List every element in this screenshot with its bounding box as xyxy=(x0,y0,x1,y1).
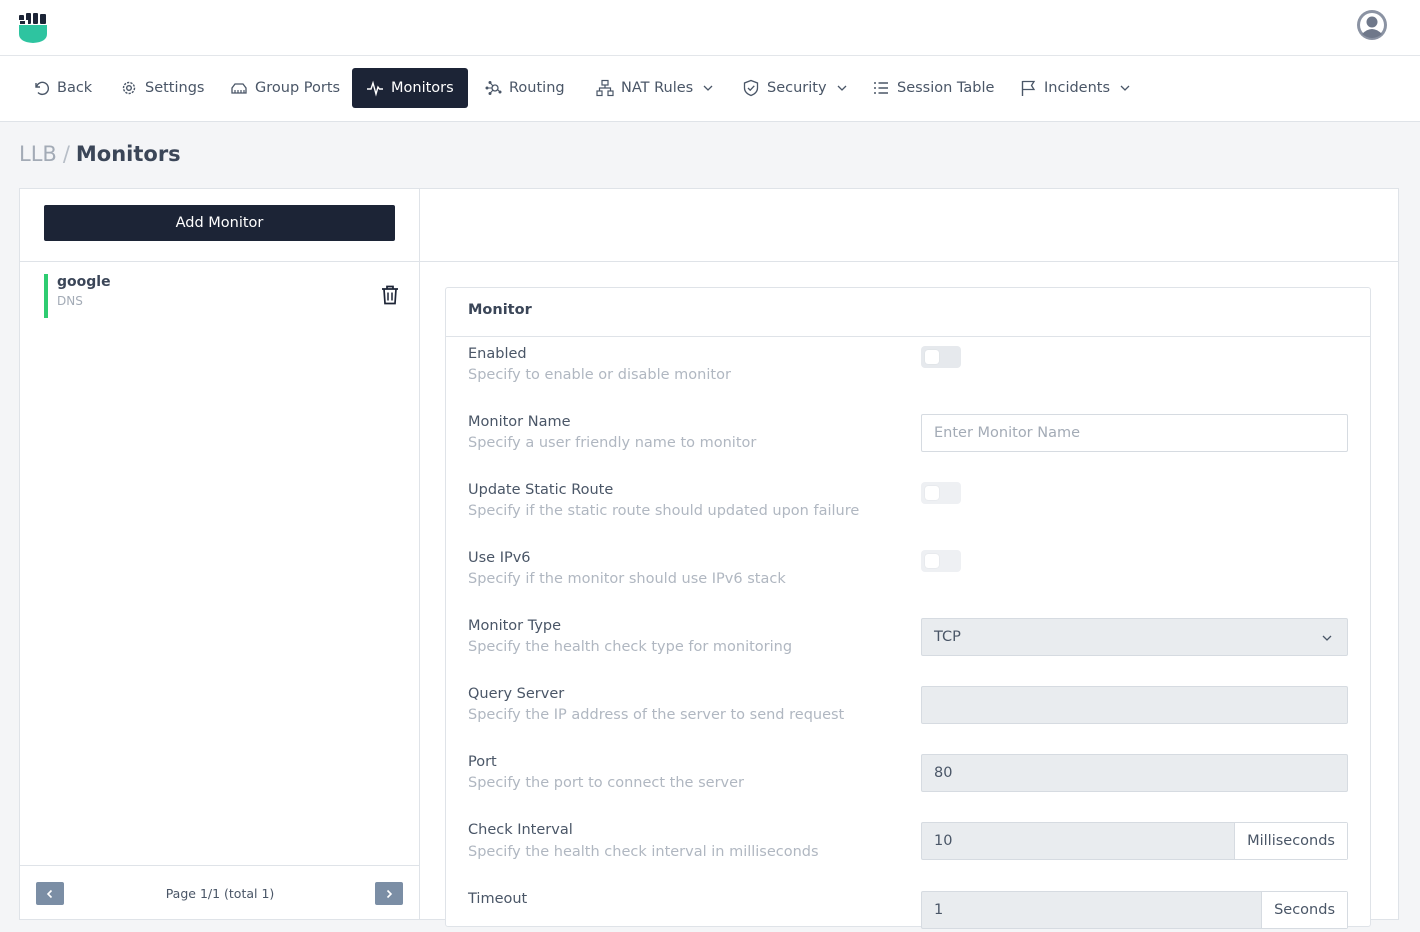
page-indicator: Page 1/1 (total 1) xyxy=(165,886,275,901)
nav-settings[interactable]: Settings xyxy=(120,68,204,108)
monitor-name-input[interactable] xyxy=(921,414,1348,452)
static-route-toggle[interactable] xyxy=(921,482,961,504)
network-icon xyxy=(596,79,614,97)
toggle-knob xyxy=(925,350,939,364)
divider xyxy=(20,261,420,262)
nav-settings-label: Settings xyxy=(145,80,205,96)
monitor-list-pane: Add Monitor google DNS Page 1/1 (total 1… xyxy=(20,189,420,919)
nav-session-table[interactable]: Session Table xyxy=(872,68,994,108)
check-interval-value: 10 xyxy=(934,833,953,849)
form-row-port: Port Specify the port to connect the ser… xyxy=(468,754,1348,792)
form-row-check-interval: Check Interval Specify the health check … xyxy=(468,822,1348,860)
timeout-value: 1 xyxy=(934,902,944,918)
top-bar xyxy=(0,0,1420,56)
form-row-monitor-name: Monitor Name Specify a user friendly nam… xyxy=(468,414,1348,452)
port-value: 80 xyxy=(934,765,953,781)
form-row-enabled: Enabled Specify to enable or disable mon… xyxy=(468,346,1348,383)
fist-logo-icon[interactable] xyxy=(18,12,48,44)
static-route-desc: Specify if the static route should updat… xyxy=(468,503,860,519)
nav-session-table-label: Session Table xyxy=(897,80,995,96)
monitor-name: google xyxy=(57,274,111,290)
port-input[interactable]: 80 xyxy=(921,754,1348,792)
nav-routing-label: Routing xyxy=(509,80,565,96)
ipv6-label: Use IPv6 xyxy=(468,550,531,566)
nav-incidents-label: Incidents xyxy=(1044,80,1111,96)
list-icon xyxy=(874,82,888,94)
pagination: Page 1/1 (total 1) xyxy=(20,865,420,919)
gear-icon xyxy=(122,81,136,95)
check-interval-unit: Milliseconds xyxy=(1234,823,1347,859)
divider xyxy=(446,336,1370,337)
card-title: Monitor xyxy=(468,302,532,318)
breadcrumb: LLB / Monitors xyxy=(19,142,181,166)
monitor-type-value: TCP xyxy=(934,629,961,645)
page-title: Monitors xyxy=(75,142,181,166)
nav-nat-rules[interactable]: NAT Rules xyxy=(596,68,714,108)
chevron-down-icon xyxy=(1322,635,1332,641)
chevron-down-icon xyxy=(1120,85,1130,91)
form-row-monitor-type: Monitor Type Specify the health check ty… xyxy=(468,618,1348,656)
nav-monitors-label: Monitors xyxy=(391,80,454,96)
enabled-desc: Specify to enable or disable monitor xyxy=(468,367,731,383)
undo-icon xyxy=(35,81,50,95)
nav-security[interactable]: Security xyxy=(742,68,848,108)
nav-monitors[interactable]: Monitors xyxy=(352,68,468,108)
shield-icon xyxy=(743,79,759,97)
breadcrumb-separator: / xyxy=(62,142,70,166)
routing-icon xyxy=(485,81,502,95)
nav-back-label: Back xyxy=(57,80,93,96)
divider xyxy=(420,261,1398,262)
check-interval-input[interactable]: 10 Milliseconds xyxy=(921,822,1348,860)
enabled-label: Enabled xyxy=(468,346,527,362)
next-page-button[interactable] xyxy=(375,882,403,905)
breadcrumb-root[interactable]: LLB xyxy=(19,142,57,166)
user-avatar-icon[interactable] xyxy=(1356,9,1388,41)
timeout-input[interactable]: 1 Seconds xyxy=(921,891,1348,929)
add-monitor-button[interactable]: Add Monitor xyxy=(44,205,395,241)
nav-back[interactable]: Back xyxy=(32,68,92,108)
nav-group-ports-label: Group Ports xyxy=(255,80,341,96)
monitor-type: DNS xyxy=(57,294,83,308)
timeout-unit: Seconds xyxy=(1261,892,1347,928)
toggle-knob xyxy=(925,486,939,500)
list-item[interactable]: google DNS xyxy=(44,274,398,318)
form-row-static-route: Update Static Route Specify if the stati… xyxy=(468,482,1348,519)
monitor-type-select[interactable]: TCP xyxy=(921,618,1348,656)
query-server-input[interactable] xyxy=(921,686,1348,724)
pulse-icon xyxy=(367,80,383,97)
ports-icon xyxy=(231,83,247,94)
ipv6-toggle[interactable] xyxy=(921,550,961,572)
trash-icon[interactable] xyxy=(380,284,400,306)
enabled-toggle[interactable] xyxy=(921,346,961,368)
ipv6-desc: Specify if the monitor should use IPv6 s… xyxy=(468,571,786,587)
chevron-down-icon xyxy=(837,85,847,91)
flag-icon xyxy=(1021,80,1036,96)
form-row-query-server: Query Server Specify the IP address of t… xyxy=(468,686,1348,724)
form-row-ipv6: Use IPv6 Specify if the monitor should u… xyxy=(468,550,1348,587)
chevron-right-icon xyxy=(386,889,393,898)
static-route-label: Update Static Route xyxy=(468,482,614,498)
nav-incidents[interactable]: Incidents xyxy=(1019,68,1131,108)
main-panel: Add Monitor google DNS Page 1/1 (total 1… xyxy=(19,188,1399,929)
chevron-down-icon xyxy=(703,85,713,91)
nav-nat-rules-label: NAT Rules xyxy=(621,80,694,96)
nav-security-label: Security xyxy=(767,80,827,96)
module-nav: Back Settings Group Ports Monitors Routi… xyxy=(0,56,1420,122)
monitor-form-card: Monitor Enabled Specify to enable or dis… xyxy=(445,287,1371,929)
form-row-timeout: Timeout 1 Seconds xyxy=(468,891,1348,929)
toggle-knob xyxy=(925,554,939,568)
nav-routing[interactable]: Routing xyxy=(484,68,565,108)
nav-group-ports[interactable]: Group Ports xyxy=(230,68,340,108)
